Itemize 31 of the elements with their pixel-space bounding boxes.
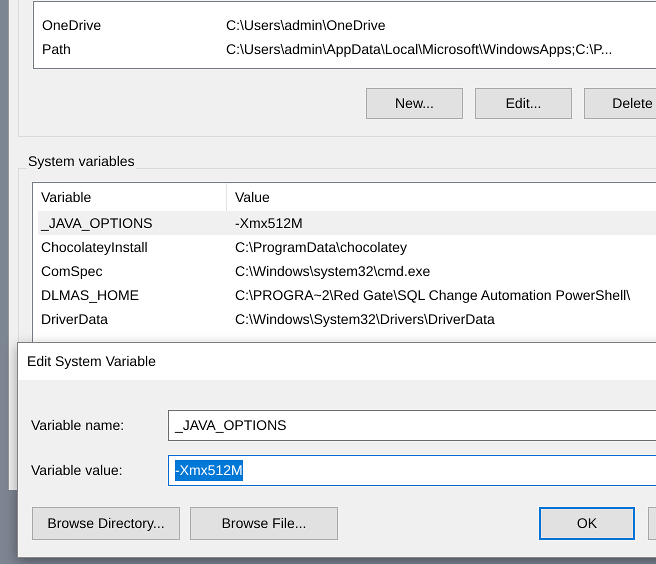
action-button[interactable]: New... [366, 88, 463, 119]
field-label: Variable name: [30, 416, 126, 435]
input-field[interactable]: -Xmx512M [168, 455, 656, 486]
variable-name: OneDrive [41, 16, 102, 34]
variable-value: C:\Users\admin\AppData\Local\Microsoft\WindowsApps;C:\P... [226, 40, 612, 59]
variable-name: ComSpec [40, 262, 104, 281]
variable-name: DriverData [40, 310, 109, 328]
table-row[interactable]: ComSpec C:\Windows\system32\cmd.exe [38, 259, 656, 283]
dialog-button[interactable]: OK [539, 507, 635, 540]
variable-value: C:\Windows\System32\Drivers\DriverData [234, 310, 495, 329]
dialog-button[interactable]: Browse Directory... [32, 507, 180, 540]
column-header[interactable]: Value [227, 183, 270, 211]
variable-name: _JAVA_OPTIONS [40, 214, 154, 233]
variable-value: C:\Users\admin\OneDrive [226, 16, 386, 34]
table-row[interactable]: _JAVA_OPTIONS -Xmx512M [38, 211, 656, 235]
action-button[interactable]: Edit... [475, 88, 572, 119]
variable-value: -Xmx512M [234, 214, 303, 232]
variable-value: C:\Windows\system32\cmd.exe [234, 262, 430, 281]
variable-value: C:\ProgramData\chocolatey [234, 238, 407, 257]
table-row[interactable]: DLMAS_HOME C:\PROGRA~2\Red Gate\SQL Change Automation PowerShell\ [38, 283, 656, 307]
variable-name: ChocolateyInstall [40, 238, 149, 257]
table-row[interactable]: ChocolateyInstall C:\ProgramData\chocolatey [38, 235, 656, 259]
dialog-title: Edit System Variable [27, 352, 156, 371]
dialog-button[interactable]: Browse File... [190, 507, 338, 540]
variable-name: DLMAS_HOME [40, 286, 140, 305]
field-label: Variable value: [30, 461, 124, 480]
input-field[interactable]: _JAVA_OPTIONS [168, 410, 656, 441]
table-row[interactable]: DriverData C:\Windows\System32\Drivers\DriverData [38, 307, 656, 331]
variable-value: C:\PROGRA~2\Red Gate\SQL Change Automation PowerShell\ [234, 286, 630, 305]
action-button[interactable]: Delete [584, 88, 656, 119]
variable-name: Path [41, 40, 72, 58]
